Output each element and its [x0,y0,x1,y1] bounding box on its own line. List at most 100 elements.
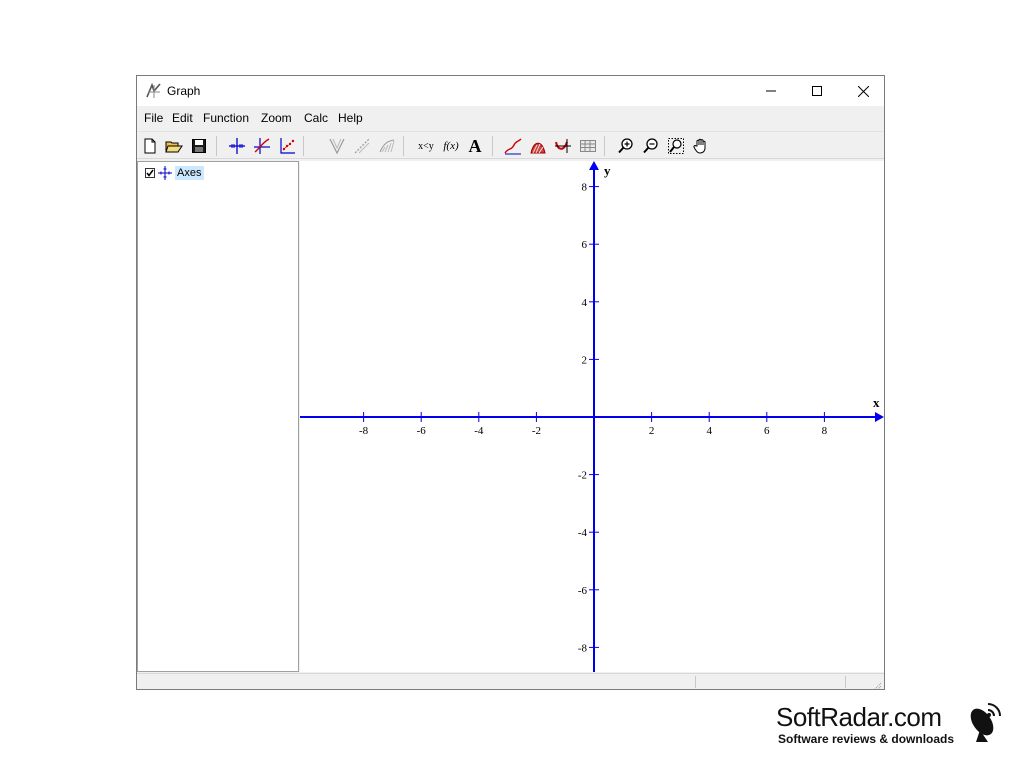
maximize-icon [812,86,822,96]
resize-grip-icon[interactable] [872,677,882,695]
menu-function[interactable]: Function [203,111,249,125]
fx-button[interactable]: f(x) [439,135,463,157]
status-separator [845,676,846,688]
toolbar-separator [403,136,404,156]
x-axis-arrow [875,412,884,422]
menu-zoom[interactable]: Zoom [261,111,292,125]
toolbar: x<y f(x) A [137,131,884,159]
y-tick-label: 2 [582,354,588,366]
x-tick-label: 6 [764,425,770,437]
menu-edit[interactable]: Edit [172,111,193,125]
insert-relation-button[interactable] [376,135,398,157]
x-tick-label: 8 [822,425,828,437]
insert-point-series-button[interactable] [276,135,298,157]
checkmark-icon [146,169,154,177]
x-tick-label: -4 [474,425,484,437]
trendline-icon [504,138,522,155]
axes-icon [229,138,245,154]
toolbar-separator [216,136,217,156]
y-axis-arrow [589,161,599,170]
axes-layer: -8 -6 -4 -2 2 4 6 8 8 6 4 2 -2 -4 -6 -8 x y [300,161,884,672]
x-tick-label: -2 [532,425,541,437]
y-tick-label: -2 [578,470,587,482]
toolbar-separator [303,136,304,156]
window-title: Graph [167,84,201,98]
xy-button[interactable]: x<y [414,135,438,157]
table-icon [580,140,596,152]
close-icon [857,85,869,97]
x-tick-label: -6 [417,425,427,437]
insert-shading-icon [354,138,370,154]
insert-text-button[interactable]: A [464,135,486,157]
watermark-subtitle: Software reviews & downloads [778,732,955,746]
zoom-in-icon [618,138,633,154]
hand-pan-icon [693,138,706,154]
axes-tree-icon [157,166,173,180]
axes-button[interactable] [226,135,248,157]
zoom-square-icon [668,138,684,154]
y-tick-label: 6 [582,239,588,251]
insert-point-series-icon [280,138,295,154]
y-tick-label: 4 [582,297,588,309]
save-icon [192,139,206,153]
insert-tangent-button[interactable] [326,135,348,157]
table-button[interactable] [577,135,599,157]
maximize-button[interactable] [794,76,840,106]
insert-tangent-icon [329,138,345,155]
zoom-out-icon [643,138,658,154]
y-axis-label: y [604,163,611,178]
insert-text-label-icon: A [468,135,482,156]
evaluate-button[interactable] [552,135,574,157]
title-bar: Graph [137,76,884,106]
new-button[interactable] [139,135,161,157]
move-button[interactable] [690,135,712,157]
menu-help[interactable]: Help [338,111,363,125]
new-file-icon [144,138,156,154]
element-tree-panel: Axes [137,161,299,672]
y-tick-label: -4 [578,527,588,539]
x-axis-label: x [873,395,880,410]
relation-label: x<y [418,140,434,152]
close-button[interactable] [840,76,886,106]
evaluate-icon [555,139,571,153]
x-tick-label: -8 [359,425,369,437]
insert-shading-button[interactable] [351,135,373,157]
insert-relation-icon [379,139,395,153]
y-tick-label: 8 [582,182,588,194]
x-tick-label: 2 [649,425,655,437]
toolbar-separator [604,136,605,156]
y-tick-label: -8 [578,642,588,654]
area-icon [530,142,546,154]
toolbar-separator [492,136,493,156]
save-button[interactable] [188,135,210,157]
x-tick-label: 4 [706,425,712,437]
tree-item-axes[interactable]: Axes [145,165,205,181]
watermark-title: SoftRadar.com [776,702,942,732]
minimize-icon [766,90,776,92]
zoom-square-button[interactable] [665,135,687,157]
menu-file[interactable]: File [144,111,163,125]
open-folder-icon [165,141,183,153]
fx-label: f(x) [443,140,459,152]
status-separator [695,676,696,688]
status-bar [137,673,884,690]
tree-item-label: Axes [175,166,205,180]
graph-app-icon [145,82,163,100]
zoom-in-button[interactable] [615,135,637,157]
graph-plot: -8 -6 -4 -2 2 4 6 8 8 6 4 2 -2 -4 -6 -8 x y [300,161,884,672]
graph-window: Graph File Edit Function Zoom Calc Help [136,75,885,690]
area-button[interactable] [527,135,549,157]
insert-function-button[interactable] [251,135,273,157]
minimize-button[interactable] [748,76,794,106]
menu-bar: File Edit Function Zoom Calc Help [137,106,884,130]
trendline-button[interactable] [502,135,524,157]
softradar-watermark: SoftRadar.com Software reviews & downloa… [776,702,1006,748]
zoom-out-button[interactable] [640,135,662,157]
satellite-dish-icon [964,702,1002,749]
menu-calc[interactable]: Calc [304,111,328,125]
y-tick-label: -6 [578,585,588,597]
open-button[interactable] [163,135,185,157]
axes-checkbox[interactable] [145,168,155,178]
insert-function-icon [254,138,270,154]
graph-canvas[interactable]: -8 -6 -4 -2 2 4 6 8 8 6 4 2 -2 -4 -6 -8 x y [300,161,884,672]
